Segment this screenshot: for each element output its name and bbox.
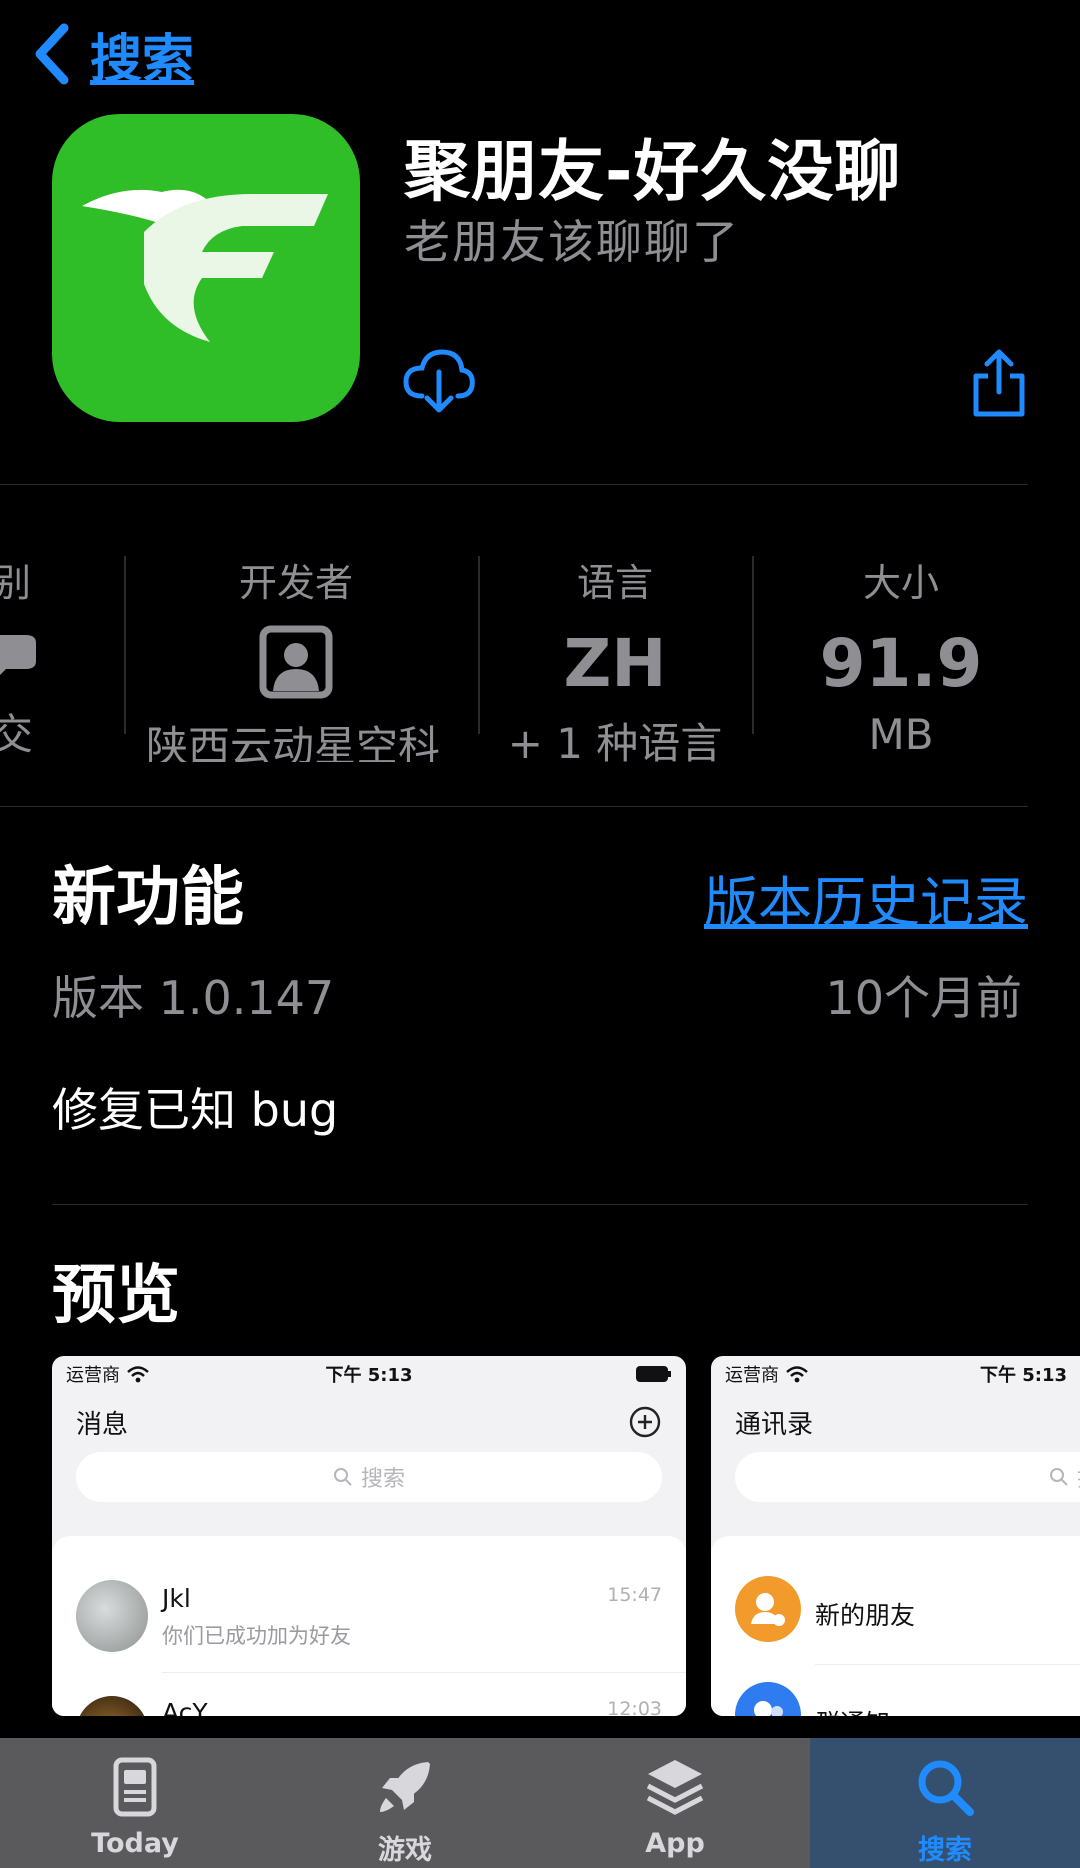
search-icon — [918, 1760, 974, 1816]
info-separator — [478, 556, 480, 734]
divider — [52, 1204, 1028, 1205]
search-placeholder: 搜索 — [360, 1467, 405, 1492]
chat-bubble-icon — [0, 635, 36, 675]
tab-label: App — [645, 1828, 705, 1859]
tab-bar: Today 游戏 App 搜索 — [0, 1738, 1080, 1868]
preview-title: 预览 — [52, 1259, 180, 1333]
tab-label: 搜索 — [918, 1835, 972, 1866]
info-size-label: 大小 — [862, 561, 939, 605]
app-icon — [52, 114, 360, 422]
contact-entry-label: 新的朋友 — [815, 1601, 916, 1630]
status-time: 下午 5:13 — [325, 1365, 413, 1386]
message-time: 12:03 — [607, 1698, 662, 1716]
search-icon — [333, 1468, 352, 1486]
info-size[interactable]: 大小 91.9 MB — [786, 552, 1016, 762]
search-icon — [1049, 1468, 1068, 1486]
chevron-left-icon — [35, 23, 69, 85]
app-stack-icon — [646, 1760, 704, 1815]
avatar — [76, 1696, 148, 1716]
add-circle-icon[interactable] — [628, 1405, 662, 1439]
list-item[interactable]: Jkl 你们已成功加为好友 15:47 — [52, 1536, 686, 1652]
divider — [0, 484, 1028, 485]
list-item[interactable]: AcY 12:03 — [52, 1648, 686, 1716]
back-button[interactable]: 搜索 — [30, 18, 194, 90]
today-icon — [113, 1757, 157, 1817]
info-category-label: 别 — [0, 561, 31, 605]
search-input[interactable]: 搜索 — [735, 1452, 1080, 1502]
wifi-icon — [786, 1366, 808, 1383]
search-input[interactable]: 搜索 — [76, 1452, 662, 1502]
tab-search[interactable]: 搜索 — [810, 1738, 1080, 1868]
new-friend-icon — [735, 1576, 801, 1642]
tab-apps[interactable]: App — [540, 1738, 810, 1868]
contacts-list: 新的朋友 群通知 — [711, 1536, 1080, 1716]
person-badge-icon — [259, 625, 333, 699]
release-date: 10个月前 — [825, 971, 1022, 1025]
avatar — [76, 1580, 148, 1652]
list-item[interactable]: 新的朋友 — [711, 1536, 1080, 1648]
info-separator — [124, 556, 126, 734]
contacts-header: 通讯录 — [711, 1392, 1080, 1452]
release-notes: 修复已知 bug — [52, 1083, 339, 1137]
info-language-code: ZH — [563, 625, 667, 702]
version-number: 版本 1.0.147 — [52, 971, 335, 1025]
last-message: 你们已成功加为好友 — [162, 1624, 351, 1648]
tab-today[interactable]: Today — [0, 1738, 270, 1868]
preview-screenshot-messages[interactable]: 运营商 下午 5:13 消息 搜索 Jkl 你们已成功加为好友 15:47 Ac… — [52, 1356, 686, 1716]
app-subtitle: 老朋友该聊聊了 — [404, 215, 740, 269]
messages-heading: 消息 — [76, 1409, 129, 1440]
info-separator — [752, 556, 754, 734]
info-size-unit: MB — [868, 710, 934, 759]
status-time: 下午 5:13 — [979, 1365, 1067, 1386]
status-bar: 运营商 下午 5:13 — [711, 1356, 1080, 1392]
message-time: 15:47 — [607, 1584, 662, 1606]
info-developer[interactable]: 开发者 陕西云动星空科 — [146, 552, 446, 762]
tab-games[interactable]: 游戏 — [270, 1738, 540, 1868]
version-history-link[interactable]: 版本历史记录 — [704, 858, 1028, 937]
app-logo-icon — [82, 189, 328, 342]
divider — [0, 806, 1028, 807]
tab-label: Today — [91, 1828, 179, 1859]
list-item[interactable]: 群通知 — [711, 1644, 1080, 1716]
carrier-label: 运营商 — [725, 1365, 779, 1386]
info-size-value: 91.9 — [819, 625, 983, 702]
cloud-download-icon[interactable] — [402, 346, 476, 416]
info-language-label: 语言 — [576, 561, 653, 605]
contact-entry-label: 群通知 — [815, 1704, 890, 1716]
share-icon[interactable] — [970, 348, 1028, 418]
app-title: 聚朋友-好久没聊 — [404, 133, 902, 210]
conversation-list: Jkl 你们已成功加为好友 15:47 AcY 12:03 — [52, 1536, 686, 1716]
info-category[interactable]: 别 交 — [0, 552, 54, 762]
status-bar: 运营商 下午 5:13 — [52, 1356, 686, 1392]
messages-header: 消息 — [52, 1392, 686, 1452]
whats-new-title: 新功能 — [52, 861, 244, 935]
info-developer-label: 开发者 — [238, 561, 353, 605]
back-label: 搜索 — [90, 29, 195, 90]
group-notice-icon — [735, 1682, 801, 1716]
info-language-more: + 1 种语言 — [507, 719, 723, 768]
tab-label: 游戏 — [378, 1835, 432, 1866]
contact-name: AcY — [162, 1698, 208, 1716]
info-language[interactable]: 语言 ZH + 1 种语言 — [500, 552, 730, 768]
info-category-value: 交 — [0, 710, 33, 759]
info-developer-value: 陕西云动星空科 — [146, 722, 441, 762]
rocket-icon — [380, 1762, 430, 1812]
contact-name: Jkl — [162, 1584, 191, 1613]
preview-screenshot-contacts[interactable]: 运营商 下午 5:13 通讯录 搜索 新的朋友 — [711, 1356, 1080, 1716]
contacts-heading: 通讯录 — [735, 1409, 814, 1440]
